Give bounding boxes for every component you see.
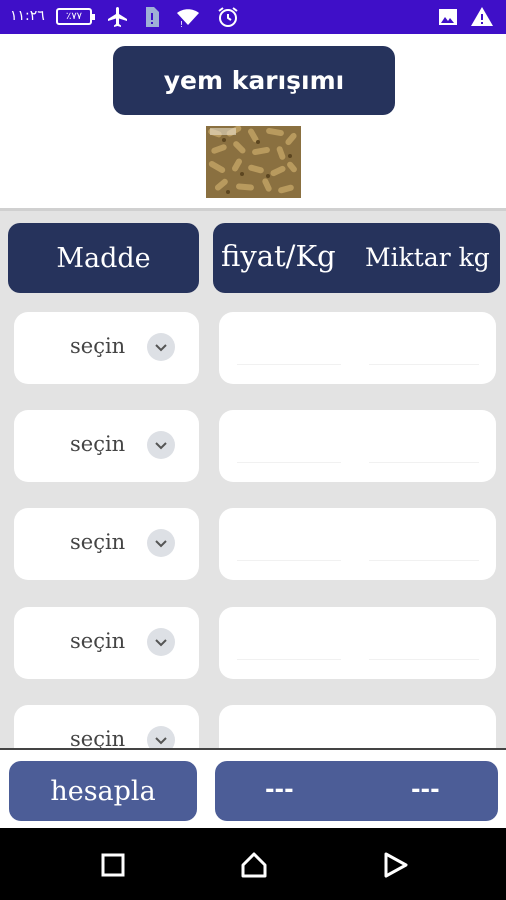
chevron-down-icon	[147, 529, 175, 557]
battery-icon: ٪٧٧	[56, 8, 95, 25]
ingredient-select[interactable]: seçin	[14, 508, 199, 580]
column-header-fiyat: fiyat/Kg	[221, 239, 336, 273]
table-row: seçin	[0, 312, 506, 384]
ingredient-select[interactable]: seçin	[14, 312, 199, 384]
ingredient-select[interactable]: seçin	[14, 410, 199, 482]
amount-input[interactable]	[369, 462, 479, 463]
amount-input[interactable]	[369, 659, 479, 660]
result-display: --- ---	[215, 761, 498, 821]
price-input[interactable]	[237, 659, 341, 660]
system-navigation-bar	[0, 828, 506, 900]
ingredient-select[interactable]: seçin	[14, 607, 199, 679]
select-value: seçin	[70, 334, 126, 358]
ingredient-select[interactable]: seçin	[14, 705, 199, 748]
result-price: ---	[265, 777, 294, 803]
select-value: seçin	[70, 629, 126, 653]
column-header-miktar: Miktar kg	[365, 243, 490, 272]
price-amount-inputs	[219, 508, 496, 580]
table-row: seçin	[0, 508, 506, 580]
recent-apps-icon[interactable]	[98, 850, 128, 880]
chevron-down-icon	[147, 333, 175, 361]
price-amount-inputs	[219, 410, 496, 482]
sim-alert-icon	[146, 7, 159, 27]
chevron-down-icon	[147, 431, 175, 459]
bottom-action-bar: hesapla --- ---	[0, 748, 506, 828]
price-input[interactable]	[237, 462, 341, 463]
amount-input[interactable]	[369, 560, 479, 561]
status-time: ١١:٢٦	[10, 8, 45, 24]
warning-icon	[471, 7, 493, 26]
price-amount-inputs	[219, 312, 496, 384]
column-header-madde: Madde	[8, 223, 199, 293]
table-row: seçin	[0, 607, 506, 679]
select-value: seçin	[70, 727, 126, 748]
amount-input[interactable]	[369, 364, 479, 365]
airplane-mode-icon	[108, 7, 127, 27]
select-value: seçin	[70, 432, 126, 456]
column-header-price-amount: fiyat/Kg Miktar kg	[213, 223, 500, 293]
back-icon[interactable]	[380, 850, 410, 880]
price-input[interactable]	[237, 364, 341, 365]
chevron-down-icon	[147, 726, 175, 748]
calculate-button[interactable]: hesapla	[9, 761, 197, 821]
price-input[interactable]	[237, 560, 341, 561]
status-bar: ١١:٢٦ ٪٧٧ !	[0, 0, 506, 34]
table-row: seçin	[0, 410, 506, 482]
chevron-down-icon	[147, 628, 175, 656]
app-header: yem karışımı	[0, 34, 506, 208]
app-title-button[interactable]: yem karışımı	[113, 46, 395, 115]
image-notification-icon	[439, 9, 457, 25]
mix-table: Madde fiyat/Kg Miktar kg seçin seçin seç…	[0, 208, 506, 748]
table-row: seçin	[0, 705, 506, 748]
wifi-icon: !	[177, 9, 199, 29]
price-amount-inputs	[219, 607, 496, 679]
result-amount: ---	[411, 777, 440, 803]
feed-pellets-image	[206, 126, 301, 198]
price-amount-inputs	[219, 705, 496, 748]
svg-text:!: !	[180, 20, 183, 29]
home-icon[interactable]	[239, 850, 269, 880]
alarm-icon	[218, 7, 238, 27]
select-value: seçin	[70, 530, 126, 554]
